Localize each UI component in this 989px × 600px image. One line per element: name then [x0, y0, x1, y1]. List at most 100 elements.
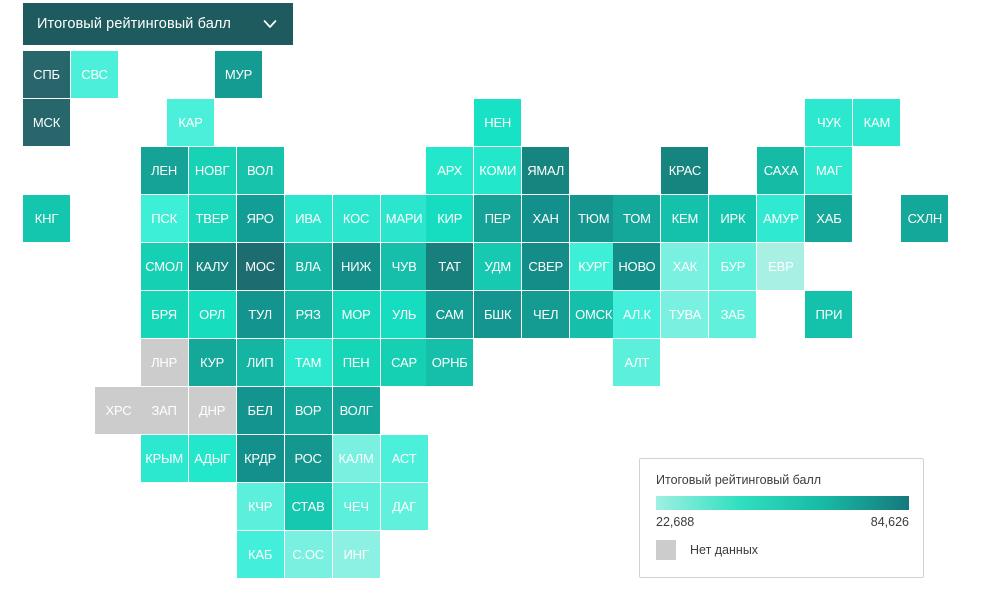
region-tile[interactable]: ИВА [284, 195, 332, 242]
region-tile[interactable]: КРДР [236, 435, 284, 482]
region-tile[interactable]: СТАВ [284, 483, 332, 530]
region-tile[interactable]: УДМ [474, 243, 522, 290]
region-tile[interactable]: ХАБ [805, 195, 853, 242]
region-tile[interactable]: КУРГ [570, 243, 618, 290]
region-tile[interactable]: ХРС [95, 387, 142, 434]
region-tile[interactable]: НИЖ [332, 243, 380, 290]
region-tile-label: СМОЛ [145, 259, 183, 274]
region-tile[interactable]: КЧР [236, 483, 284, 530]
region-tile[interactable]: ВОР [284, 387, 332, 434]
region-tile[interactable]: МОС [236, 243, 284, 290]
region-tile[interactable]: БУР [709, 243, 757, 290]
region-tile-label: АРХ [437, 163, 463, 178]
region-tile[interactable]: С.ОС [284, 531, 332, 578]
region-tile[interactable]: САМ [426, 291, 474, 338]
region-tile[interactable]: ПЕН [332, 339, 380, 386]
region-tile[interactable]: КНГ [23, 195, 70, 242]
region-tile[interactable]: КЕМ [661, 195, 709, 242]
region-tile[interactable]: ЕВР [757, 243, 805, 290]
region-tile[interactable]: ТУВА [661, 291, 709, 338]
region-tile[interactable]: АМУР [757, 195, 805, 242]
region-tile[interactable]: КАЛМ [332, 435, 380, 482]
region-tile-label: С.ОС [292, 547, 324, 562]
region-tile[interactable]: САР [380, 339, 428, 386]
region-tile[interactable]: КРАС [661, 147, 709, 194]
region-tile-label: АСТ [391, 451, 417, 466]
region-tile[interactable]: БРЯ [140, 291, 188, 338]
region-tile[interactable]: МАРИ [380, 195, 428, 242]
region-tile[interactable]: СВЕР [522, 243, 570, 290]
region-tile[interactable]: ТАТ [426, 243, 474, 290]
region-tile[interactable]: МАГ [805, 147, 853, 194]
region-tile[interactable]: РОС [284, 435, 332, 482]
region-tile[interactable]: АДЫГ [188, 435, 236, 482]
region-tile[interactable]: СХЛН [901, 195, 949, 242]
region-tile[interactable]: САХА [757, 147, 805, 194]
region-tile[interactable]: СМОЛ [140, 243, 188, 290]
region-tile[interactable]: КОС [332, 195, 380, 242]
region-tile[interactable]: ТВЕР [188, 195, 236, 242]
region-tile[interactable]: МОР [332, 291, 380, 338]
region-tile[interactable]: ОМСК [570, 291, 618, 338]
region-tile[interactable]: АРХ [426, 147, 474, 194]
region-tile[interactable]: ХАК [661, 243, 709, 290]
region-tile[interactable]: ДНР [188, 387, 236, 434]
region-tile[interactable]: ТЮМ [570, 195, 618, 242]
region-tile[interactable]: АЛ.К [613, 291, 661, 338]
region-tile[interactable]: ЗАП [140, 387, 188, 434]
region-tile-label: АДЫГ [194, 451, 230, 466]
region-tile-label: БУР [720, 259, 746, 274]
region-tile[interactable]: КИР [426, 195, 474, 242]
region-tile[interactable]: УЛЬ [380, 291, 428, 338]
region-tile-label: КРАС [668, 163, 702, 178]
region-tile[interactable]: СВС [71, 51, 118, 98]
region-tile[interactable]: КОМИ [474, 147, 522, 194]
region-tile[interactable]: МСК [23, 99, 70, 146]
region-tile[interactable]: АЛТ [613, 339, 661, 386]
region-tile[interactable]: ВОЛ [236, 147, 284, 194]
region-tile[interactable]: КАМ [853, 99, 901, 146]
region-tile-label: УЛЬ [391, 307, 417, 322]
region-tile[interactable]: ПЕР [474, 195, 522, 242]
region-tile-label: ТУВА [668, 307, 702, 322]
region-tile[interactable]: КРЫМ [140, 435, 188, 482]
region-tile[interactable]: ПРИ [805, 291, 853, 338]
region-tile[interactable]: РЯЗ [284, 291, 332, 338]
region-tile[interactable]: НОВО [613, 243, 661, 290]
region-tile[interactable]: ПСК [140, 195, 188, 242]
region-tile[interactable]: ОРЛ [188, 291, 236, 338]
region-tile[interactable]: ИНГ [332, 531, 380, 578]
region-tile[interactable]: АСТ [380, 435, 428, 482]
region-tile[interactable]: ЧУК [805, 99, 853, 146]
region-tile[interactable]: ЛИП [236, 339, 284, 386]
no-data-swatch [656, 540, 676, 560]
region-tile[interactable]: НОВГ [188, 147, 236, 194]
region-tile[interactable]: ЧУВ [380, 243, 428, 290]
region-tile[interactable]: ЛЕН [140, 147, 188, 194]
region-tile[interactable]: ХАН [522, 195, 570, 242]
region-tile-label: АЛТ [624, 355, 650, 370]
region-tile[interactable]: ИРК [709, 195, 757, 242]
region-tile[interactable]: ТАМ [284, 339, 332, 386]
region-tile[interactable]: ВЛА [284, 243, 332, 290]
region-tile[interactable]: НЕН [474, 99, 522, 146]
region-tile[interactable]: КАЛУ [188, 243, 236, 290]
region-tile[interactable]: ЯРО [236, 195, 284, 242]
region-tile[interactable]: БШК [474, 291, 522, 338]
region-tile[interactable]: ВОЛГ [332, 387, 380, 434]
region-tile[interactable]: ЗАБ [709, 291, 757, 338]
region-tile[interactable]: СПБ [23, 51, 70, 98]
region-tile[interactable]: КУР [188, 339, 236, 386]
region-tile[interactable]: ЧЕЛ [522, 291, 570, 338]
region-tile[interactable]: БЕЛ [236, 387, 284, 434]
region-tile[interactable]: ЛНР [140, 339, 188, 386]
region-tile[interactable]: ДАГ [380, 483, 428, 530]
region-tile[interactable]: КАБ [236, 531, 284, 578]
region-tile[interactable]: МУР [215, 51, 262, 98]
region-tile[interactable]: КАР [167, 99, 214, 146]
region-tile[interactable]: ЧЕЧ [332, 483, 380, 530]
region-tile[interactable]: ОРНБ [426, 339, 474, 386]
region-tile[interactable]: ТОМ [613, 195, 661, 242]
region-tile[interactable]: ТУЛ [236, 291, 284, 338]
region-tile[interactable]: ЯМАЛ [522, 147, 570, 194]
